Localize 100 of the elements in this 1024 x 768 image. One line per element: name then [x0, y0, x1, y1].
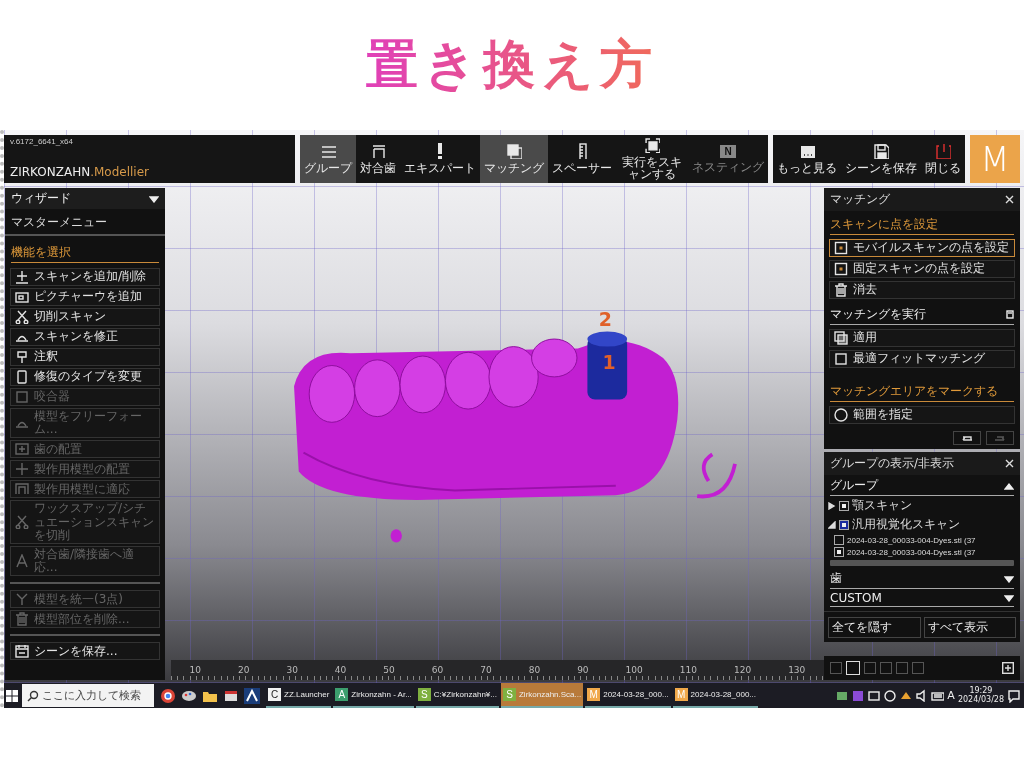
toolbar-button[interactable]: マッチング [480, 135, 548, 183]
version-label: v.6172_6641_x64 [10, 137, 75, 146]
square-icon [15, 390, 29, 404]
ruler-label: 130 [788, 665, 806, 675]
ruler-label: 50 [383, 665, 395, 675]
scan-frame-icon [644, 137, 660, 153]
power-icon [935, 143, 951, 160]
section-heading: マッチングを実行 [830, 306, 926, 323]
windows-start-icon[interactable] [4, 687, 20, 704]
menu-item[interactable]: ピクチャーウを追加 [10, 288, 160, 306]
toolbar-button[interactable]: 実行をスキャンする [616, 135, 688, 183]
group-header[interactable]: グループ [830, 477, 1014, 496]
menu-item[interactable]: シーンを保存... [10, 642, 160, 661]
menu-item[interactable]: 修復のタイプを変更 [10, 368, 160, 386]
panel-button[interactable]: 全てを隠す [828, 617, 921, 638]
app-badge: C [268, 688, 281, 701]
toolbar-button[interactable]: スペーサー [548, 135, 616, 183]
tree-item[interactable]: 2024-03-28_00033-004-Dyes.stl (37 [847, 547, 976, 557]
group-dropdown[interactable]: 歯 [830, 570, 1014, 589]
wizard-dropdown[interactable]: ウィザード [5, 188, 165, 209]
checkbox[interactable] [839, 500, 849, 511]
dot-square-icon [834, 262, 848, 276]
browser-icon[interactable] [160, 687, 176, 704]
tray-icon[interactable] [867, 689, 881, 702]
scissors-icon [15, 310, 29, 324]
menu-item[interactable]: 切削スキャン [10, 308, 160, 326]
taskbar-app[interactable]: S C:¥Zirkonzahn¥... [415, 683, 499, 708]
trash-icon [834, 283, 848, 297]
ruler-label: 110 [679, 665, 697, 675]
menu-item[interactable]: スキャンを追加/削除 [10, 268, 160, 286]
keyboard-icon[interactable] [931, 689, 945, 702]
clock-date: 2024/03/28 [957, 695, 1004, 705]
undo-arrow-icon [961, 434, 973, 442]
cross-icon [15, 462, 29, 477]
panel-button[interactable]: すべて表示 [923, 617, 1016, 638]
redo-arrow-icon [994, 434, 1006, 442]
app-badge: S [417, 688, 431, 701]
tree-item[interactable]: 汎用視覚化スキャン [852, 516, 960, 533]
square-icon [834, 352, 848, 366]
overlapping-squares-icon [834, 331, 848, 345]
panel-item[interactable]: 消去 [829, 281, 1015, 299]
tray-icon[interactable] [883, 689, 897, 702]
fork-icon [15, 592, 29, 607]
toolbar-button[interactable]: グループ [300, 135, 356, 183]
pin-icon [15, 350, 29, 364]
app-badge: S [502, 688, 516, 701]
app-badge: A [335, 688, 349, 701]
caret-down-icon [149, 194, 159, 203]
tray-icon[interactable] [835, 689, 849, 702]
trash-icon [15, 612, 29, 627]
scrollbar[interactable] [830, 560, 1014, 566]
search-icon [27, 690, 39, 702]
taskbar-app[interactable]: M 2024-03-28_000... [585, 683, 671, 708]
toolbar-button[interactable]: 対合歯 [356, 135, 400, 183]
tree-item[interactable]: 顎スキャン [852, 497, 912, 514]
panel-item[interactable]: モバイルスキャンの点を設定 [829, 239, 1015, 257]
toolbar-button[interactable]: シーンを保存 [841, 135, 921, 183]
exclamation-icon [438, 143, 442, 160]
checkbox[interactable] [839, 519, 849, 530]
search-field[interactable]: ここに入力して検索 [22, 684, 154, 707]
taskbar-app[interactable]: M 2024-03-28_000... [672, 683, 758, 708]
taskbar-app[interactable]: A Zirkonzahn - Ar... [333, 683, 414, 708]
panel-item[interactable]: 固定スキャンの点を設定 [829, 260, 1015, 278]
toolbar-button[interactable]: エキスパート [400, 135, 480, 183]
close-icon[interactable] [1005, 195, 1014, 204]
group-dropdown[interactable]: CUSTOM [830, 591, 1014, 607]
ruler-label: 30 [286, 665, 298, 675]
more-icon [799, 143, 815, 160]
circle-icon [834, 408, 848, 422]
close-icon[interactable] [1005, 459, 1014, 468]
triangle-logo-icon[interactable] [244, 687, 260, 704]
menu-item[interactable]: 注釈 [10, 348, 160, 366]
panel-title: マッチング [830, 191, 890, 208]
menu-item[interactable]: スキャンを修正 [10, 328, 160, 346]
tree-item[interactable]: 2024-03-28_00033-004-Dyes.stl (37 [847, 535, 976, 545]
panel-item[interactable]: 最適フィットマッチング [829, 350, 1015, 368]
ruler-label: 100 [625, 665, 643, 675]
ruler-label: 120 [733, 665, 752, 675]
marker-label: 2 [598, 307, 612, 330]
checkbox[interactable] [834, 535, 844, 545]
collapsed-arrow-icon[interactable] [828, 501, 836, 510]
ime-indicator[interactable]: A [947, 689, 955, 702]
section-heading: マッチングエリアをマークする [830, 383, 998, 400]
panel-item[interactable]: 範囲を指定 [829, 406, 1015, 424]
rectangle-icon [15, 370, 29, 384]
panel-item[interactable]: 適用 [829, 329, 1015, 347]
n-icon: N [720, 144, 736, 158]
ruler-label: 40 [334, 665, 347, 675]
notification-icon[interactable] [1007, 688, 1021, 703]
scissors-icon [15, 515, 29, 530]
cross-square-icon [15, 442, 29, 457]
toolbar-button[interactable]: もっと見る [773, 135, 841, 183]
plus-icon[interactable] [1002, 662, 1014, 674]
taskbar-app[interactable]: C ZZ.Launcher [266, 683, 332, 708]
clock-time: 19:29 [969, 686, 993, 695]
undo-button[interactable] [953, 431, 981, 445]
toolbar-button[interactable]: 閉じる [921, 135, 965, 183]
checkbox[interactable] [834, 547, 844, 557]
expanded-arrow-icon[interactable] [828, 520, 836, 529]
dot-square-icon [834, 241, 848, 255]
